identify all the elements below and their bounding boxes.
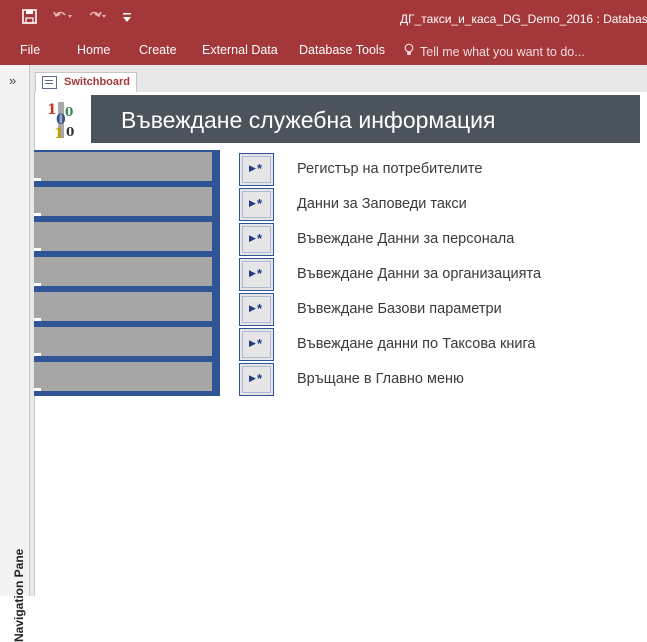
- svg-text:0: 0: [66, 125, 74, 139]
- switchboard-item-label[interactable]: Въвеждане Данни за организацията: [297, 266, 541, 282]
- tell-me-box[interactable]: Tell me what you want to do...: [404, 43, 585, 59]
- decorative-row: [34, 327, 212, 356]
- switchboard-item-label[interactable]: Въвеждане Данни за персонала: [297, 231, 514, 247]
- decorative-row: [34, 257, 212, 286]
- switchboard-item-label[interactable]: Регистър на потребителите: [297, 161, 482, 177]
- lightbulb-icon: [404, 43, 414, 59]
- window-title: ДГ_такси_и_каса_DG_Demo_2016 : Database-…: [400, 12, 647, 26]
- title-bar: ДГ_такси_и_каса_DG_Demo_2016 : Database-…: [0, 0, 647, 37]
- play-arrow-icon: ▶: [249, 303, 256, 313]
- play-arrow-icon: ▶: [249, 268, 256, 278]
- tab-external-data[interactable]: External Data: [202, 43, 278, 57]
- decorative-row: [34, 152, 212, 181]
- switchboard-item-label[interactable]: Данни за Заповеди такси: [297, 196, 467, 212]
- form-icon: [42, 76, 57, 89]
- switchboard-button-3[interactable]: ▶ *: [239, 223, 274, 256]
- tab-create[interactable]: Create: [139, 43, 177, 57]
- switchboard-header: Въвеждане служебна информация: [91, 95, 640, 143]
- save-icon[interactable]: [22, 9, 37, 29]
- play-arrow-icon: ▶: [249, 373, 256, 383]
- ribbon-tabs: File Home Create External Data Database …: [0, 37, 647, 65]
- expand-chevron-icon[interactable]: »: [9, 73, 16, 88]
- undo-icon[interactable]: [52, 9, 74, 29]
- page-title: Въвеждане служебна информация: [121, 107, 496, 133]
- decorative-row: [34, 187, 212, 216]
- play-arrow-icon: ▶: [249, 163, 256, 173]
- switchboard-button-7[interactable]: ▶ *: [239, 363, 274, 396]
- switchboard-button-2[interactable]: ▶ *: [239, 188, 274, 221]
- switchboard-item-label[interactable]: Връщане в Главно меню: [297, 371, 464, 387]
- play-arrow-icon: ▶: [249, 198, 256, 208]
- switchboard-button-5[interactable]: ▶ *: [239, 293, 274, 326]
- app-logo-icon: 1 0 0 1 0: [44, 98, 80, 142]
- tab-home[interactable]: Home: [77, 43, 110, 57]
- customize-qat-icon[interactable]: [122, 11, 132, 29]
- navigation-pane-label[interactable]: Navigation Pane: [12, 532, 26, 642]
- tab-switchboard[interactable]: Switchboard: [35, 72, 137, 93]
- decorative-row: [34, 362, 212, 391]
- tell-me-text: Tell me what you want to do...: [420, 45, 585, 59]
- tab-file[interactable]: File: [20, 43, 40, 57]
- switchboard-button-6[interactable]: ▶ *: [239, 328, 274, 361]
- redo-icon[interactable]: [86, 9, 108, 29]
- decorative-row: [34, 292, 212, 321]
- switchboard-button-1[interactable]: ▶ *: [239, 153, 274, 186]
- navigation-pane[interactable]: » Navigation Pane: [0, 65, 30, 642]
- play-arrow-icon: ▶: [249, 233, 256, 243]
- decorative-row: [34, 222, 212, 251]
- tab-database-tools[interactable]: Database Tools: [299, 43, 385, 57]
- switchboard-item-label[interactable]: Въвеждане данни по Таксова книга: [297, 336, 536, 352]
- switchboard-button-4[interactable]: ▶ *: [239, 258, 274, 291]
- svg-text:0: 0: [65, 105, 73, 119]
- play-arrow-icon: ▶: [249, 338, 256, 348]
- svg-text:1: 1: [54, 126, 64, 142]
- switchboard-item-label[interactable]: Въвеждане Базови параметри: [297, 301, 502, 317]
- tab-switchboard-label: Switchboard: [64, 76, 131, 88]
